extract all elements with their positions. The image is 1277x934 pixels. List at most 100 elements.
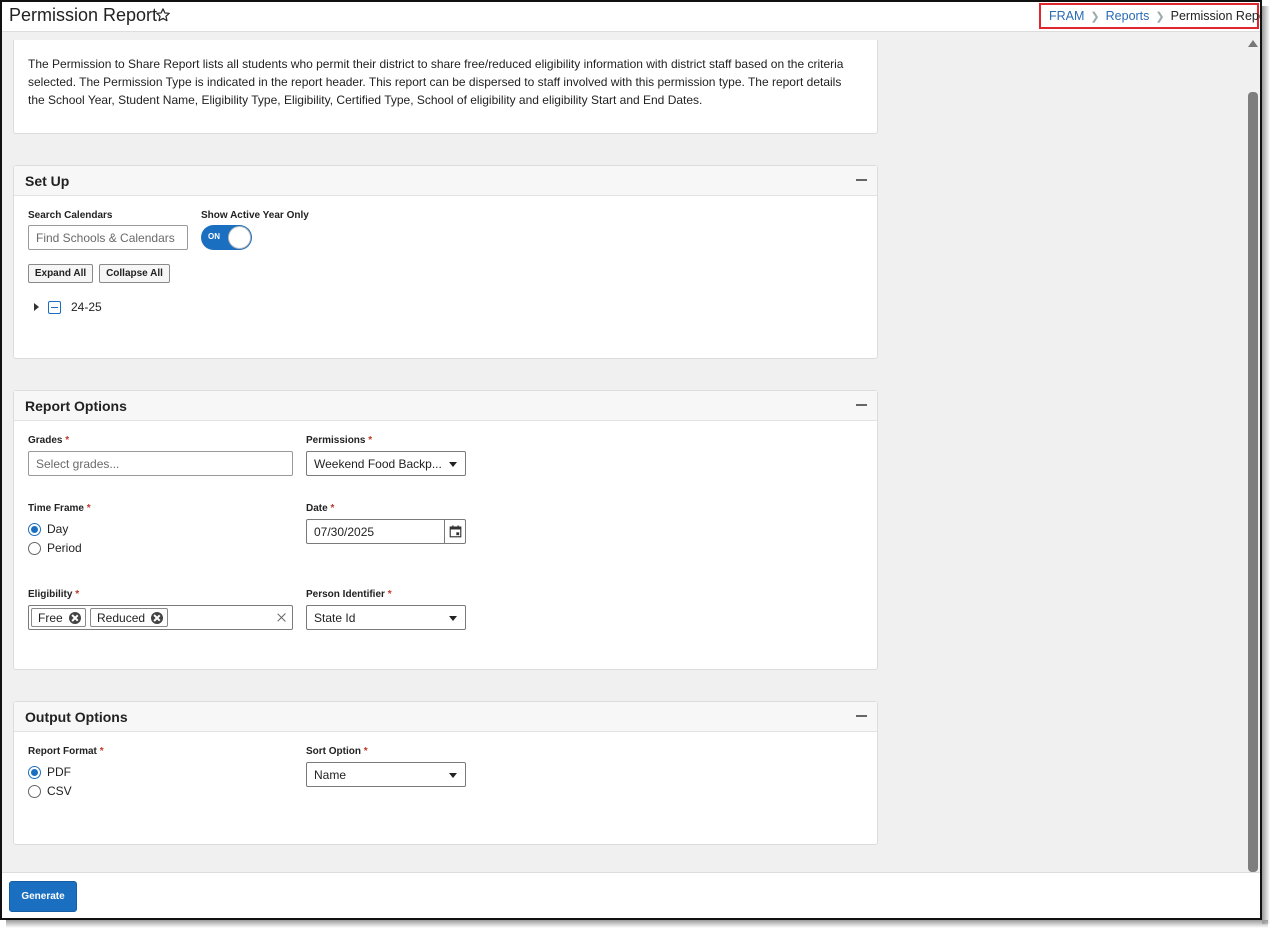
date-label-text: Date (306, 503, 328, 514)
required-marker: * (363, 746, 368, 757)
favorite-star-icon[interactable] (155, 7, 171, 23)
output-options-header: Output Options (14, 702, 877, 732)
date-field[interactable]: 07/30/2025 (306, 519, 466, 544)
eligibility-label-text: Eligibility (28, 589, 73, 600)
radio-selected-icon[interactable] (28, 522, 41, 536)
required-marker: * (387, 589, 392, 600)
collapse-all-button[interactable]: Collapse All (99, 264, 170, 283)
dropdown-arrow-icon (449, 462, 457, 467)
required-marker: * (368, 435, 373, 446)
toggle-knob (228, 226, 251, 249)
tree-item-label: 24-25 (71, 300, 102, 314)
clear-all-icon[interactable] (276, 612, 287, 623)
description-card: The Permission to Share Report lists all… (13, 40, 878, 134)
eligibility-chip-reduced: Reduced (90, 608, 169, 627)
setup-section: Set Up Search Calendars Show Active Year… (13, 165, 878, 359)
vertical-scrollbar[interactable] (1246, 32, 1260, 872)
setup-header: Set Up (14, 166, 877, 196)
breadcrumb-current: Permission Report (1170, 9, 1260, 23)
grades-label-text: Grades (28, 435, 63, 446)
search-calendars-label: Search Calendars (28, 210, 113, 221)
grades-input[interactable] (28, 451, 293, 476)
timeframe-day-radio[interactable]: Day (28, 522, 68, 536)
report-format-label: Report Format * (28, 746, 104, 757)
date-value: 07/30/2025 (314, 525, 375, 539)
required-marker: * (75, 589, 80, 600)
dropdown-arrow-icon (449, 773, 457, 778)
calendar-tree-item: 24-25 (34, 300, 102, 314)
setup-title: Set Up (25, 173, 70, 189)
sort-option-select[interactable]: Name (306, 762, 466, 787)
permissions-label: Permissions * (306, 435, 372, 446)
person-identifier-value: State Id (314, 610, 356, 625)
radio-selected-icon[interactable] (28, 765, 41, 779)
chevron-right-icon: ❯ (1155, 10, 1165, 23)
breadcrumb-fram[interactable]: FRAM (1049, 9, 1084, 23)
person-identifier-label-text: Person Identifier (306, 589, 385, 600)
radio-unselected-icon[interactable] (28, 541, 41, 555)
format-csv-radio[interactable]: CSV (28, 784, 72, 798)
report-options-header: Report Options (14, 391, 877, 421)
permissions-label-text: Permissions (306, 435, 366, 446)
person-identifier-label: Person Identifier * (306, 589, 392, 600)
scrollbar-thumb[interactable] (1248, 92, 1258, 872)
permissions-value: Weekend Food Backp... (314, 456, 442, 471)
active-year-label: Show Active Year Only (201, 210, 309, 221)
radio-label: CSV (47, 784, 72, 798)
report-options-title: Report Options (25, 398, 127, 414)
collapse-icon[interactable] (856, 715, 867, 717)
report-format-label-text: Report Format (28, 746, 97, 757)
window-shadow (1262, 6, 1270, 924)
permissions-select[interactable]: Weekend Food Backp... (306, 451, 466, 476)
caret-right-icon[interactable] (34, 303, 39, 311)
collapse-icon[interactable] (856, 179, 867, 181)
page-title: Permission Report (9, 5, 158, 25)
chip-label: Free (38, 610, 63, 625)
sort-option-label: Sort Option * (306, 746, 368, 757)
calendar-button[interactable] (444, 520, 465, 543)
active-year-toggle[interactable]: ON (201, 225, 252, 250)
collapse-icon[interactable] (856, 404, 867, 406)
required-marker: * (86, 503, 91, 514)
report-options-section: Report Options Grades * Permissions * We… (13, 390, 878, 670)
sort-option-value: Name (314, 767, 347, 782)
chevron-right-icon: ❯ (1090, 10, 1100, 23)
generate-button[interactable]: Generate (9, 881, 77, 912)
content-area: The Permission to Share Report lists all… (2, 32, 1246, 872)
calendar-icon (449, 525, 461, 538)
remove-chip-icon[interactable] (151, 611, 164, 624)
eligibility-label: Eligibility * (28, 589, 79, 600)
sort-option-label-text: Sort Option (306, 746, 361, 757)
radio-label: Period (47, 541, 82, 555)
timeframe-period-radio[interactable]: Period (28, 541, 82, 555)
search-calendars-input[interactable] (28, 225, 188, 250)
required-marker: * (330, 503, 335, 514)
required-marker: * (99, 746, 104, 757)
radio-unselected-icon[interactable] (28, 784, 41, 798)
toggle-state-text: ON (208, 232, 220, 241)
eligibility-chip-free: Free (31, 608, 86, 627)
radio-label: PDF (47, 765, 71, 779)
expand-all-button[interactable]: Expand All (28, 264, 93, 283)
person-identifier-select[interactable]: State Id (306, 605, 466, 630)
chip-label: Reduced (97, 610, 146, 625)
breadcrumb: FRAM ❯ Reports ❯ Permission Report (1039, 3, 1260, 29)
output-options-title: Output Options (25, 709, 128, 725)
scroll-up-arrow-icon[interactable] (1248, 40, 1258, 47)
action-bar: Generate (2, 872, 1260, 918)
output-options-section: Output Options Report Format * PDF CSV S… (13, 701, 878, 845)
app-window: Permission Report FRAM ❯ Reports ❯ Permi… (0, 0, 1262, 920)
window-shadow (6, 920, 1268, 928)
partial-checkbox-icon[interactable] (48, 300, 61, 314)
grades-label: Grades * (28, 435, 69, 446)
eligibility-multiselect[interactable]: Free Reduced (28, 605, 293, 630)
required-marker: * (65, 435, 70, 446)
radio-label: Day (47, 522, 69, 536)
remove-chip-icon[interactable] (68, 611, 81, 624)
breadcrumb-reports[interactable]: Reports (1106, 9, 1150, 23)
page-header: Permission Report FRAM ❯ Reports ❯ Permi… (2, 2, 1260, 32)
dropdown-arrow-icon (449, 616, 457, 621)
timeframe-label: Time Frame * (28, 503, 91, 514)
format-pdf-radio[interactable]: PDF (28, 765, 71, 779)
date-label: Date * (306, 503, 334, 514)
